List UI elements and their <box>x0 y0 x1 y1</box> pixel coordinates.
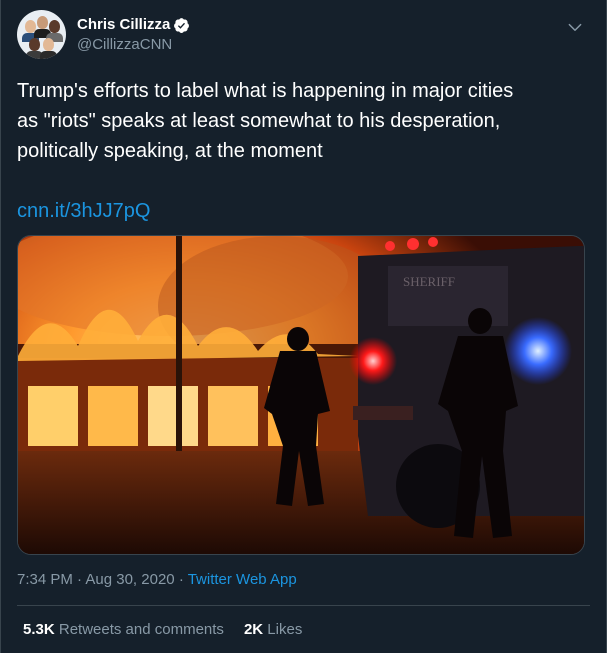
tweet-header: Chris Cillizza @CillizzaCNN <box>17 10 590 62</box>
photo-illustration: SHERIFF <box>18 236 584 554</box>
likes-count: 2K <box>243 621 264 638</box>
red-light <box>349 337 397 385</box>
red-light <box>385 241 395 251</box>
avatar-face <box>37 16 48 29</box>
likes-stat[interactable]: 2K Likes <box>244 620 302 640</box>
source-app-link[interactable]: Twitter Web App <box>188 571 297 588</box>
retweets-label: Retweets and comments <box>58 621 224 638</box>
tweet-stats: 5.3K Retweets and comments 2K Likes <box>23 620 302 640</box>
tweet-photo[interactable]: SHERIFF <box>17 235 585 555</box>
burning-window <box>88 386 138 446</box>
likes-label: Likes <box>267 621 303 638</box>
author-display-name[interactable]: Chris Cillizza <box>77 15 170 35</box>
retweets-stat[interactable]: 5.3K Retweets and comments <box>23 620 224 640</box>
tweet-metadata: 7:34 PM · Aug 30, 2020 · Twitter Web App <box>17 570 297 590</box>
meta-separator: · <box>178 571 184 588</box>
burning-window <box>148 386 198 446</box>
red-light <box>407 238 419 250</box>
blue-light <box>504 317 572 385</box>
burning-window <box>28 386 78 446</box>
author-info: Chris Cillizza @CillizzaCNN <box>77 15 190 55</box>
utility-pole <box>176 236 182 456</box>
avatar-face <box>49 20 60 33</box>
avatar[interactable] <box>17 10 66 59</box>
verified-badge-icon <box>174 17 190 33</box>
divider <box>17 605 590 606</box>
tweet-card: Chris Cillizza @CillizzaCNN Trump's effo… <box>0 0 607 653</box>
tweet-text: Trump's efforts to label what is happeni… <box>17 80 514 162</box>
tweet-link[interactable]: cnn.it/3hJJ7pQ <box>17 196 150 226</box>
author-name[interactable]: Chris Cillizza <box>77 15 190 35</box>
avatar-shirt <box>40 51 57 59</box>
avatar-face <box>29 38 40 51</box>
vehicle-sheriff-lettering: SHERIFF <box>403 274 455 289</box>
retweets-count: 5.3K <box>23 621 55 638</box>
chevron-down-icon[interactable] <box>566 18 584 36</box>
author-handle[interactable]: @CillizzaCNN <box>77 35 190 55</box>
red-light <box>428 237 438 247</box>
avatar-face <box>43 38 54 51</box>
meta-separator: · <box>77 571 83 588</box>
vehicle-bumper <box>353 406 413 420</box>
tweet-date[interactable]: Aug 30, 2020 <box>85 571 174 588</box>
burning-window <box>208 386 258 446</box>
tweet-time[interactable]: 7:34 PM <box>17 571 73 588</box>
